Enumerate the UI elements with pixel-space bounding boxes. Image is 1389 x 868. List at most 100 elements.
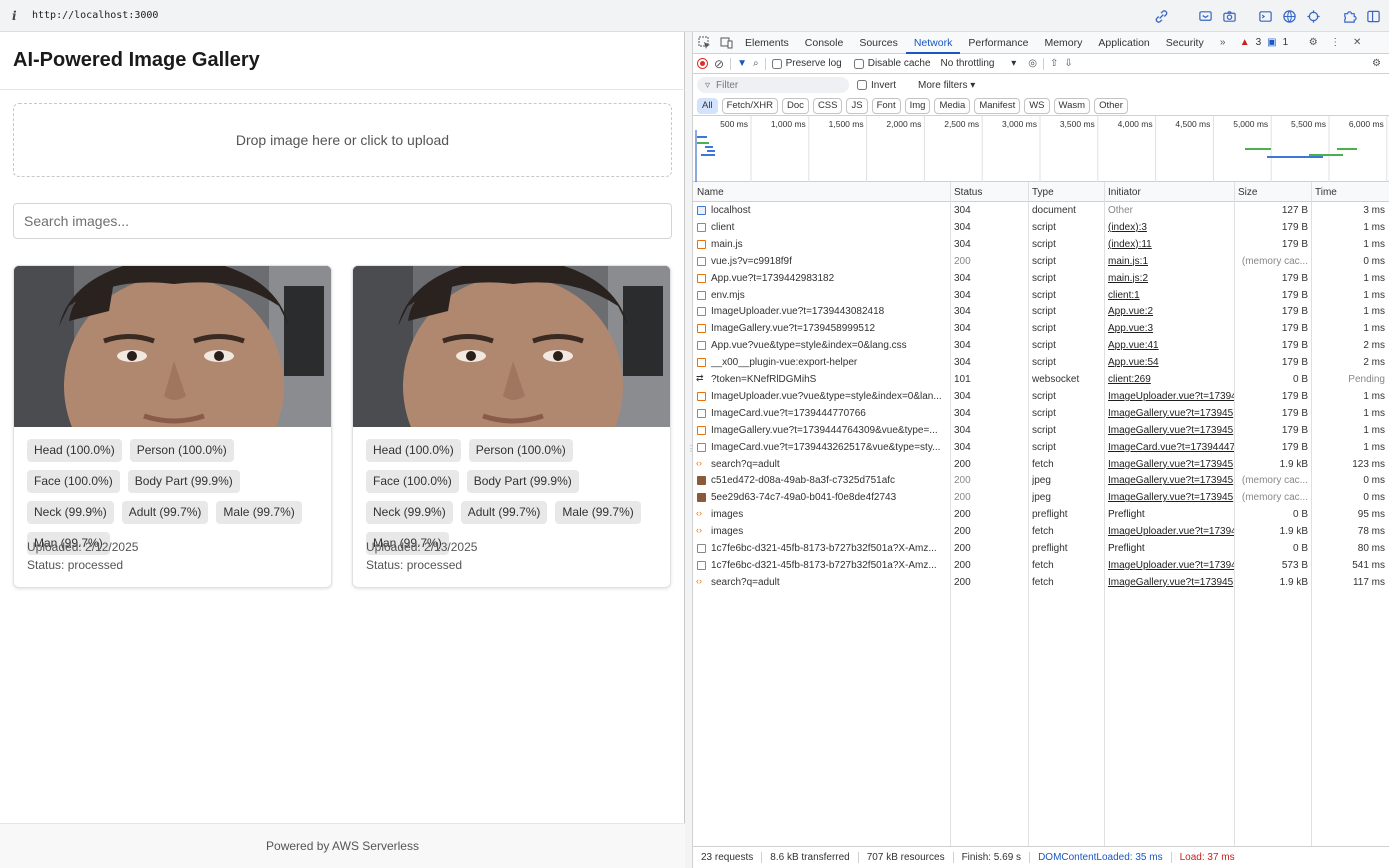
screen-capture-icon[interactable] (1197, 8, 1213, 24)
request-row[interactable]: ImageCard.vue?t=1739444770766 304 script Im… (693, 405, 1389, 422)
site-info-icon[interactable]: i (12, 9, 26, 23)
link-icon[interactable] (1153, 8, 1169, 24)
request-row[interactable]: vue.js?v=c9918f9f 200 script main.js:1 (memo… (693, 253, 1389, 270)
image-card[interactable]: Head (100.0%) Person (100.0%) Face (100.… (13, 265, 332, 588)
request-row[interactable]: main.js 304 script (index):11 179 B 1 ms (693, 236, 1389, 253)
column-header-time[interactable]: Time (1315, 187, 1337, 198)
request-initiator[interactable]: App.vue:2 (1108, 303, 1234, 320)
request-initiator[interactable]: client:269 (1108, 371, 1234, 388)
tab-application[interactable]: Application (1090, 32, 1157, 54)
preserve-log-checkbox[interactable]: Preserve log (771, 58, 842, 69)
request-initiator[interactable]: client:1 (1108, 287, 1234, 304)
request-row[interactable]: client 304 script (index):3 179 B 1 ms (693, 219, 1389, 236)
export-har-icon[interactable]: ⇩ (1064, 58, 1072, 69)
request-row[interactable]: ‹› search?q=adult 200 fetch ImageGallery.vue… (693, 574, 1389, 591)
network-settings-icon[interactable]: ⚙ (1372, 58, 1381, 69)
type-filter-js[interactable]: JS (846, 97, 868, 114)
request-row[interactable]: ‹› images 200 fetch ImageUploader.vue?t=1739… (693, 523, 1389, 540)
tab-network[interactable]: Network (905, 32, 961, 54)
invert-checkbox[interactable]: Invert (857, 80, 896, 91)
clear-icon[interactable]: ⊘ (714, 57, 724, 71)
request-initiator[interactable]: ImageGallery.vue?t=173945 (1108, 405, 1234, 422)
request-initiator[interactable]: ImageUploader.vue?t=17394 (1108, 523, 1234, 540)
type-filter-ws[interactable]: WS (1024, 97, 1050, 114)
request-initiator[interactable]: main.js:1 (1108, 253, 1234, 270)
kebab-menu-icon[interactable]: ⋮ (1324, 32, 1346, 54)
type-filter-wasm[interactable]: Wasm (1053, 97, 1091, 114)
tab-security[interactable]: Security (1158, 32, 1212, 54)
request-row[interactable]: ‹› images 200 preflight Preflight 0 B 95 ms (693, 506, 1389, 523)
tab-elements[interactable]: Elements (737, 32, 797, 54)
tab-performance[interactable]: Performance (960, 32, 1036, 54)
globe-icon[interactable] (1281, 8, 1297, 24)
request-row[interactable]: c51ed472-d08a-49ab-8a3f-c7325d751afc 200 j… (693, 472, 1389, 489)
type-filter-img[interactable]: Img (904, 97, 931, 114)
request-initiator[interactable]: ImageUploader.vue?t=17394 (1108, 557, 1234, 574)
request-row[interactable]: localhost 304 document Other 127 B 3 ms (693, 202, 1389, 219)
crosshair-icon[interactable] (1305, 8, 1321, 24)
type-filter-font[interactable]: Font (871, 97, 901, 114)
settings-gear-icon[interactable]: ⚙ (1302, 32, 1324, 54)
type-filter-doc[interactable]: Doc (782, 97, 809, 114)
request-initiator[interactable]: (index):3 (1108, 219, 1234, 236)
request-row[interactable]: 1c7fe6bc-d321-45fb-8173-b727b32f501a?X-A… (693, 557, 1389, 574)
extension-icon[interactable] (1341, 8, 1357, 24)
request-row[interactable]: __x00__plugin-vue:export-helper 304 script… (693, 354, 1389, 371)
request-row[interactable]: ImageUploader.vue?t=1739443082418 304 scri… (693, 303, 1389, 320)
inspect-element-icon[interactable] (693, 32, 715, 54)
throttling-select[interactable]: No throttling ▾ (941, 58, 1017, 69)
type-filter-css[interactable]: CSS (812, 97, 843, 114)
device-toolbar-icon[interactable] (715, 32, 737, 54)
search-icon[interactable]: ⌕ (753, 58, 759, 69)
type-filter-other[interactable]: Other (1094, 97, 1128, 114)
request-row[interactable]: App.vue?vue&type=style&index=0&lang.css 3… (693, 337, 1389, 354)
type-filter-fetch[interactable]: Fetch/XHR (721, 97, 779, 114)
camera-icon[interactable] (1221, 8, 1237, 24)
filter-icon[interactable]: ▼ (737, 58, 747, 69)
type-filter-manifest[interactable]: Manifest (974, 97, 1021, 114)
search-input[interactable] (13, 203, 672, 239)
devtools-resize-handle[interactable]: ⋮ (685, 32, 695, 868)
column-header-name[interactable]: Name (697, 187, 724, 198)
column-header-size[interactable]: Size (1238, 187, 1257, 198)
column-header-type[interactable]: Type (1032, 187, 1054, 198)
network-timeline-overview[interactable]: 500 ms 1,000 ms 1,500 ms 2,000 ms 2,500 ms 3,… (693, 116, 1389, 182)
request-initiator[interactable]: ImageGallery.vue?t=173945 (1108, 422, 1234, 439)
request-initiator[interactable]: main.js:2 (1108, 270, 1234, 287)
request-row[interactable]: ImageCard.vue?t=1739443262517&vue&type=s… (693, 439, 1389, 456)
request-row[interactable]: ⇄ ?token=KNefRlDGMihS 101 websocket client:2… (693, 371, 1389, 388)
import-har-icon[interactable]: ⇧ (1050, 58, 1058, 69)
request-initiator[interactable]: App.vue:54 (1108, 354, 1234, 371)
more-filters-dropdown[interactable]: More filters ▾ (918, 80, 975, 91)
request-initiator[interactable]: ImageGallery.vue?t=173945 (1108, 489, 1234, 506)
request-initiator[interactable]: ImageGallery.vue?t=173945 (1108, 456, 1234, 473)
filter-input[interactable]: ▿ Filter (697, 77, 849, 93)
request-initiator[interactable]: ImageCard.vue?t=17394447 (1108, 439, 1234, 456)
request-row[interactable]: env.mjs 304 script client:1 179 B 1 ms (693, 287, 1389, 304)
request-initiator[interactable]: ImageUploader.vue?t=17394 (1108, 388, 1234, 405)
upload-dropzone[interactable]: Drop image here or click to upload (13, 103, 672, 177)
more-tabs-icon[interactable]: » (1212, 32, 1234, 54)
column-header-initiator[interactable]: Initiator (1108, 187, 1141, 198)
issue-badges[interactable]: ▲ 3 ▣ 1 (1240, 37, 1288, 48)
request-row[interactable]: ImageUploader.vue?vue&type=style&index=0… (693, 388, 1389, 405)
column-header-status[interactable]: Status (954, 187, 982, 198)
request-initiator[interactable]: App.vue:41 (1108, 337, 1234, 354)
disable-cache-checkbox[interactable]: Disable cache (853, 58, 931, 69)
request-row[interactable]: 5ee29d63-74c7-49a0-b041-f0e8de4f2743 200 j… (693, 489, 1389, 506)
terminal-icon[interactable] (1257, 8, 1273, 24)
tab-memory[interactable]: Memory (1036, 32, 1090, 54)
request-row[interactable]: ImageGallery.vue?t=1739458999512 304 scrip… (693, 320, 1389, 337)
type-filter-media[interactable]: Media (934, 97, 971, 114)
request-initiator[interactable]: (index):11 (1108, 236, 1234, 253)
request-row[interactable]: ImageGallery.vue?t=1739444764309&vue&typ… (693, 422, 1389, 439)
sidebar-toggle-icon[interactable] (1365, 8, 1381, 24)
request-row[interactable]: ‹› search?q=adult 200 fetch ImageGallery.vue… (693, 456, 1389, 473)
request-initiator[interactable]: ImageGallery.vue?t=173945 (1108, 472, 1234, 489)
request-row[interactable]: App.vue?t=1739442983182 304 script main.js:… (693, 270, 1389, 287)
tab-console[interactable]: Console (797, 32, 852, 54)
address-field[interactable]: http://localhost:3000 (32, 10, 158, 21)
request-row[interactable]: 1c7fe6bc-d321-45fb-8173-b727b32f501a?X-A… (693, 540, 1389, 557)
image-card[interactable]: Head (100.0%) Person (100.0%) Face (100.… (352, 265, 671, 588)
type-filter-all[interactable]: All (697, 97, 718, 114)
